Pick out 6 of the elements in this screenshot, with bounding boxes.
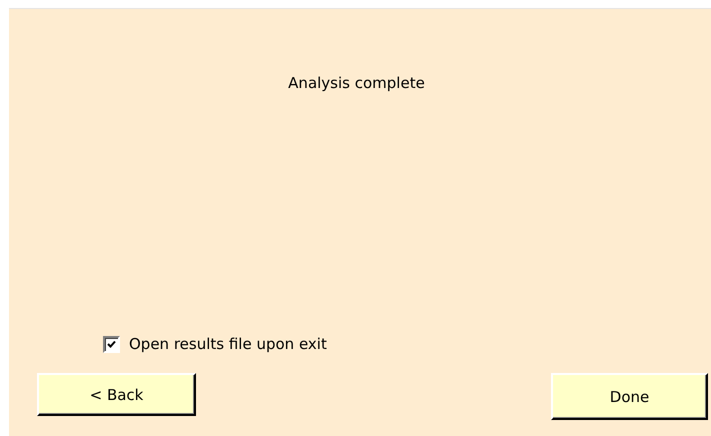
- back-button[interactable]: < Back: [37, 373, 196, 416]
- checkbox[interactable]: [103, 336, 120, 352]
- checkmark-icon: [107, 340, 116, 348]
- open-results-checkbox[interactable]: Open results file upon exit: [103, 335, 327, 353]
- done-button[interactable]: Done: [551, 373, 708, 420]
- status-message: Analysis complete: [287, 74, 426, 92]
